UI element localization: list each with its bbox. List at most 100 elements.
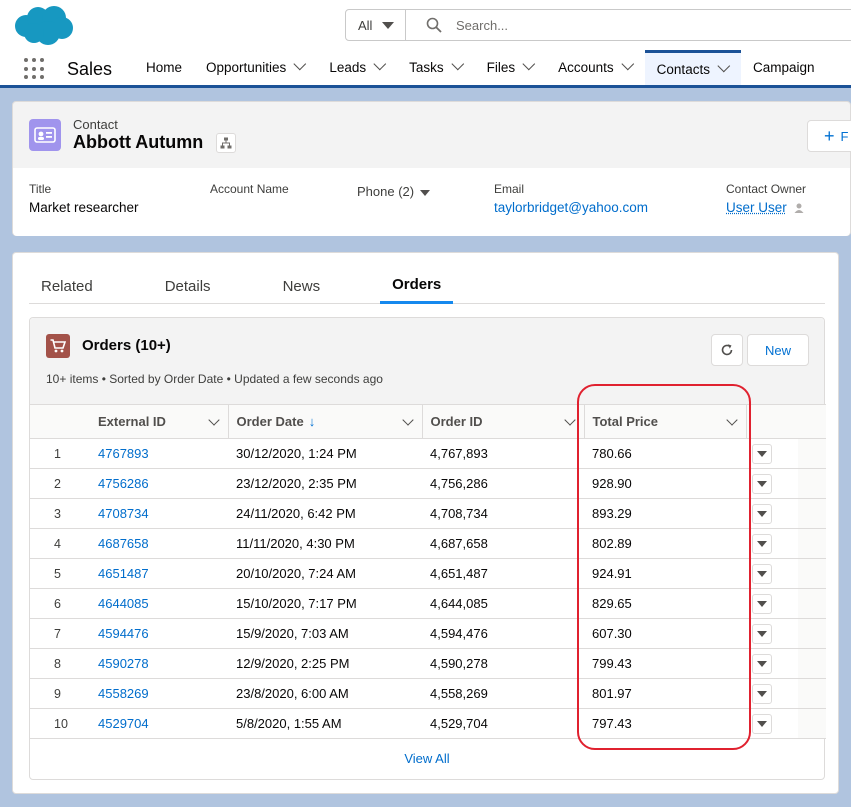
order-date-cell: 11/11/2020, 4:30 PM	[228, 528, 422, 559]
user-change-icon[interactable]	[793, 202, 805, 214]
column-header-order-date[interactable]: Order Date ↓	[228, 404, 423, 439]
row-actions-button[interactable]	[752, 713, 772, 734]
view-all-link[interactable]: View All	[30, 751, 824, 766]
external-id-cell: 4756286	[90, 468, 228, 499]
column-label: Total Price	[592, 414, 659, 429]
follow-button[interactable]: + F	[807, 120, 851, 152]
cart-icon	[46, 334, 70, 358]
salesforce-logo[interactable]	[12, 4, 74, 46]
order-id-cell: 4,767,893	[422, 438, 584, 469]
nav-item-accounts[interactable]: Accounts	[546, 50, 645, 85]
search-scope-select[interactable]: All	[346, 10, 406, 40]
chevron-down-icon[interactable]	[207, 414, 220, 426]
order-id-cell: 4,756,286	[422, 468, 584, 499]
external-id-link[interactable]: 4594476	[98, 626, 149, 641]
row-spacer	[798, 528, 826, 559]
caret-down-icon	[757, 480, 767, 487]
column-header-external-id[interactable]: External ID	[90, 404, 229, 439]
orders-title[interactable]: Orders (10+)	[82, 337, 171, 354]
table-row: 4 4687658 11/11/2020, 4:30 PM 4,687,658 802.…	[30, 528, 826, 559]
row-actions-cell	[746, 528, 798, 559]
order-date-cell: 24/11/2020, 6:42 PM	[228, 498, 422, 529]
owner-link[interactable]: User User	[726, 200, 787, 215]
orders-header: Orders (10+) 10+ items • Sorted by Order…	[30, 318, 824, 404]
chevron-down-icon[interactable]	[373, 57, 387, 71]
total-price-cell: 607.30	[584, 618, 746, 649]
caret-down-icon	[757, 690, 767, 697]
external-id-link[interactable]: 4756286	[98, 476, 149, 491]
row-number-header	[30, 404, 90, 439]
external-id-link[interactable]: 4708734	[98, 506, 149, 521]
nav-item-opportunities[interactable]: Opportunities	[194, 50, 317, 85]
chevron-down-icon[interactable]	[451, 57, 464, 71]
row-number: 3	[30, 498, 90, 529]
chevron-down-icon[interactable]	[522, 57, 536, 71]
column-label: Order Date	[236, 414, 304, 429]
nav-item-label: Accounts	[558, 60, 614, 75]
chevron-down-icon[interactable]	[401, 414, 414, 426]
row-actions-button[interactable]	[752, 653, 772, 674]
refresh-icon	[721, 344, 733, 356]
new-order-button[interactable]: New	[747, 334, 809, 366]
row-actions-button[interactable]	[752, 593, 772, 614]
row-spacer	[798, 618, 826, 649]
nav-item-home[interactable]: Home	[134, 50, 194, 85]
external-id-link[interactable]: 4767893	[98, 446, 149, 461]
column-label: External ID	[98, 414, 166, 429]
hierarchy-button[interactable]	[216, 133, 236, 153]
external-id-link[interactable]: 4529704	[98, 716, 149, 731]
record-tabs: Related Details News Orders	[29, 268, 825, 304]
external-id-link[interactable]: 4558269	[98, 686, 149, 701]
order-date-cell: 23/12/2020, 2:35 PM	[228, 468, 422, 499]
row-actions-button[interactable]	[752, 623, 772, 644]
orders-subtitle: 10+ items • Sorted by Order Date • Updat…	[46, 372, 383, 386]
total-price-cell: 924.91	[584, 558, 746, 589]
row-actions-button[interactable]	[752, 533, 772, 554]
row-actions-button[interactable]	[752, 503, 772, 524]
chevron-down-icon[interactable]	[717, 59, 731, 72]
chevron-down-icon[interactable]	[293, 57, 307, 71]
external-id-link[interactable]: 4687658	[98, 536, 149, 551]
external-id-link[interactable]: 4651487	[98, 566, 149, 581]
nav-item-tasks[interactable]: Tasks	[397, 50, 475, 85]
column-label: Order ID	[430, 414, 483, 429]
nav-item-files[interactable]: Files	[475, 50, 547, 85]
order-date-cell: 15/9/2020, 7:03 AM	[228, 618, 422, 649]
tab-related[interactable]: Related	[29, 268, 105, 304]
row-actions-cell	[746, 438, 798, 469]
app-launcher-icon[interactable]	[24, 58, 46, 80]
field-email: Email taylorbridget@yahoo.com	[494, 182, 648, 215]
search-input[interactable]	[456, 17, 756, 33]
nav-item-leads[interactable]: Leads	[317, 50, 397, 85]
external-id-link[interactable]: 4644085	[98, 596, 149, 611]
tab-orders[interactable]: Orders	[380, 268, 454, 304]
tab-news[interactable]: News	[271, 268, 333, 304]
order-id-cell: 4,651,487	[422, 558, 584, 589]
column-header-total-price[interactable]: Total Price	[584, 404, 747, 439]
row-actions-button[interactable]	[752, 443, 772, 464]
chevron-down-icon[interactable]	[725, 414, 738, 426]
row-number: 10	[30, 708, 90, 739]
refresh-button[interactable]	[711, 334, 743, 366]
field-phone[interactable]: Phone (2)	[357, 184, 431, 199]
nav-item-campaign[interactable]: Campaign	[741, 50, 827, 85]
caret-down-icon	[382, 21, 395, 29]
caret-down-icon	[757, 570, 767, 577]
chevron-down-icon[interactable]	[563, 414, 576, 426]
field-account: Account Name	[210, 182, 289, 196]
nav-item-contacts[interactable]: Contacts	[644, 50, 741, 85]
row-actions-button[interactable]	[752, 473, 772, 494]
chevron-down-icon[interactable]	[621, 57, 634, 71]
external-id-link[interactable]: 4590278	[98, 656, 149, 671]
row-actions-button[interactable]	[752, 683, 772, 704]
tab-details[interactable]: Details	[153, 268, 223, 304]
row-actions-cell	[746, 588, 798, 619]
row-actions-button[interactable]	[752, 563, 772, 584]
email-link[interactable]: taylorbridget@yahoo.com	[494, 200, 648, 215]
field-email-label: Email	[494, 182, 525, 196]
orders-table: External ID Order Date ↓ Order ID Total P…	[30, 404, 826, 739]
order-date-cell: 30/12/2020, 1:24 PM	[228, 438, 422, 469]
order-id-cell: 4,529,704	[422, 708, 584, 739]
field-phone-label[interactable]: Phone (2)	[357, 184, 431, 199]
column-header-order-id[interactable]: Order ID	[422, 404, 585, 439]
